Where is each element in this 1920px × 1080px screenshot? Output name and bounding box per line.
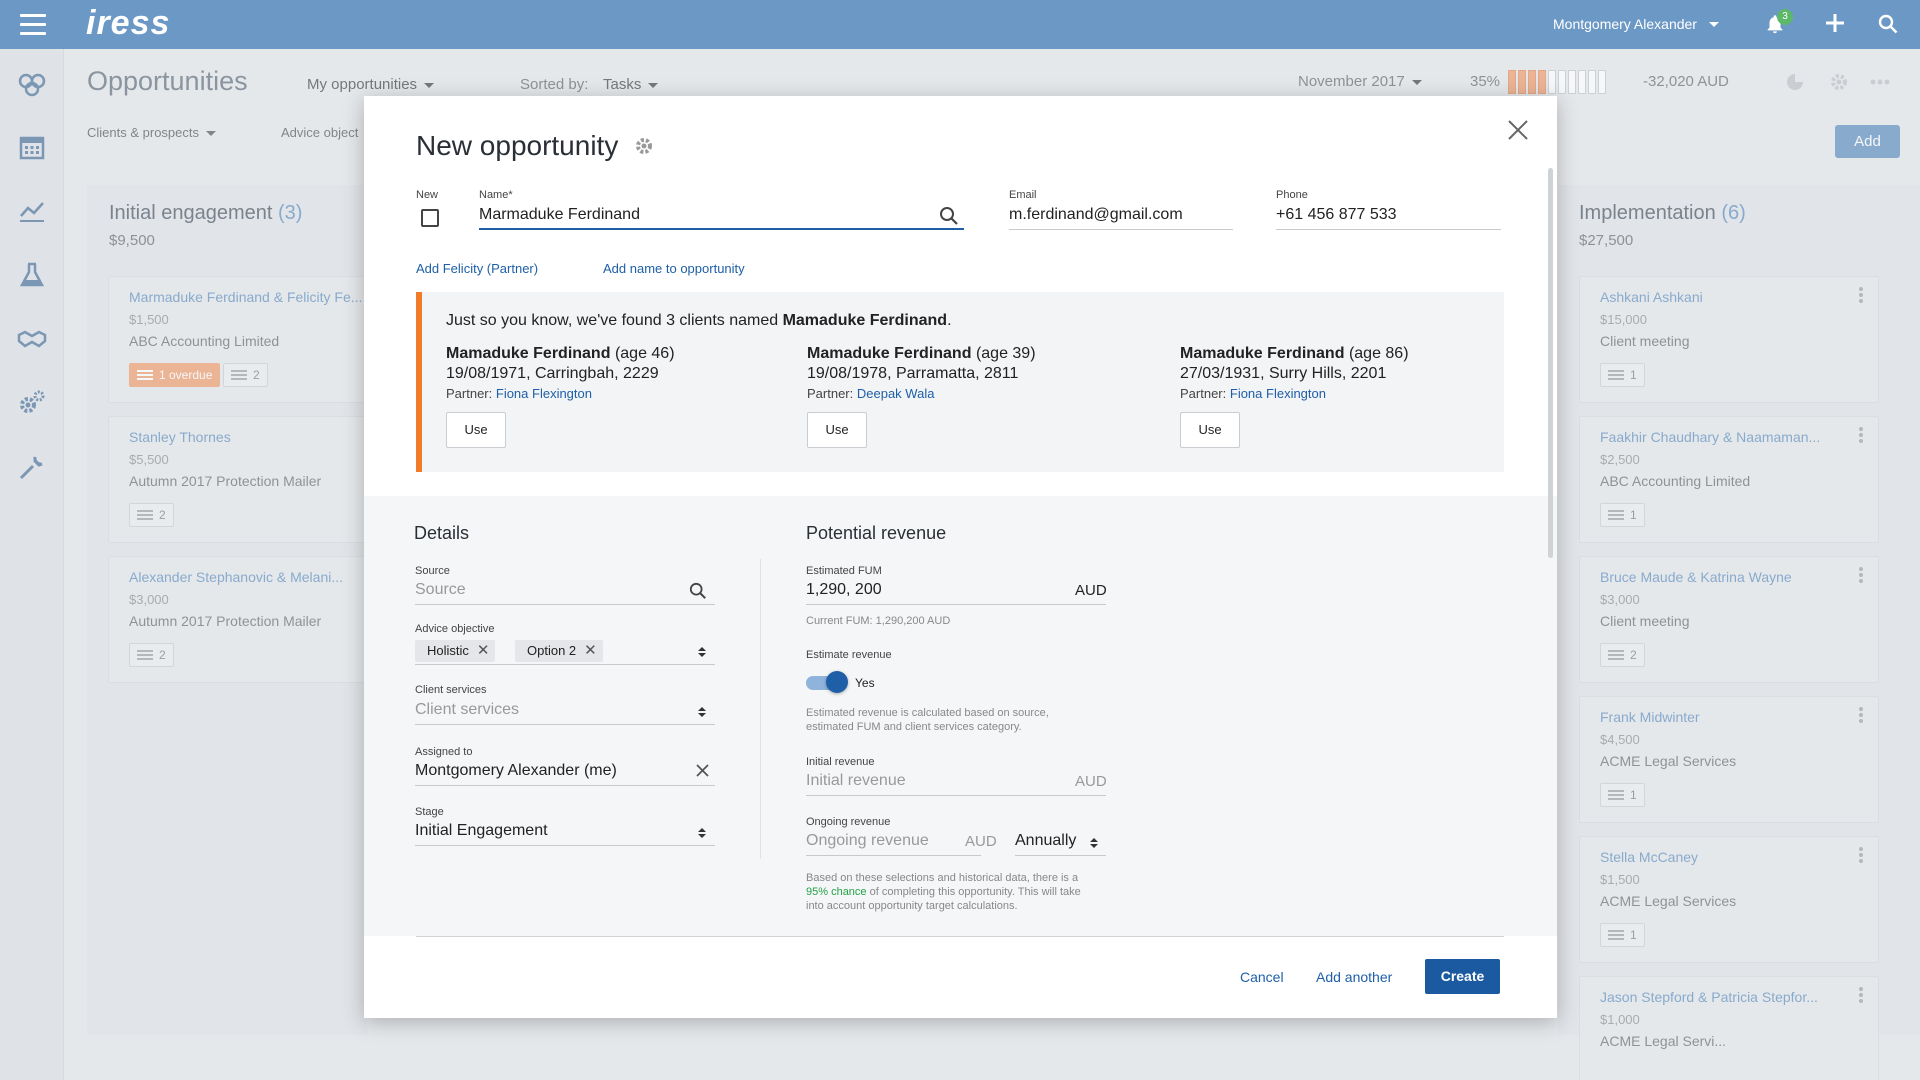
- match-details: 19/08/1971, Carringbah, 2229: [446, 365, 659, 382]
- match-partner: Partner: Deepak Wala: [807, 386, 935, 401]
- fum-label: Estimated FUM: [806, 565, 882, 577]
- ongoing-unit: AUD: [965, 833, 997, 850]
- tag-holistic: Holistic ✕: [415, 640, 496, 662]
- duplicate-alert: Just so you know, we've found 3 clients …: [416, 292, 1504, 472]
- estimate-help: Estimated revenue is calculated based on…: [806, 707, 1049, 733]
- match-details: 19/08/1978, Parramatta, 2811: [807, 365, 1019, 382]
- toggle-knob[interactable]: [826, 671, 848, 693]
- new-opportunity-modal: New opportunity New Name* Marmaduke Ferd…: [364, 96, 1557, 1018]
- use-button[interactable]: Use: [807, 412, 867, 448]
- email-label: Email: [1009, 189, 1037, 201]
- assigned-field[interactable]: Montgomery Alexander (me): [415, 758, 715, 786]
- ongoing-label: Ongoing revenue: [806, 816, 891, 828]
- iress-logo[interactable]: iress: [86, 4, 170, 43]
- select-stepper-icon[interactable]: [698, 828, 706, 838]
- clear-icon[interactable]: [696, 764, 709, 777]
- duplicate-match: Mamaduke Ferdinand (age 86) 27/03/1931, S…: [1180, 344, 1460, 448]
- tag-option-2: Option 2 ✕: [515, 640, 603, 662]
- section-divider: [760, 559, 761, 859]
- ongoing-revenue-field[interactable]: Ongoing revenue: [806, 828, 981, 856]
- source-field[interactable]: Source: [415, 577, 715, 605]
- initial-unit: AUD: [1075, 773, 1107, 790]
- fum-unit: AUD: [1075, 582, 1107, 599]
- toggle-label: Yes: [855, 676, 875, 690]
- match-details: 27/03/1931, Surry Hills, 2201: [1180, 365, 1387, 382]
- close-icon[interactable]: [1507, 119, 1529, 141]
- client-services-select[interactable]: Client services: [415, 697, 715, 725]
- duplicate-match: Mamaduke Ferdinand (age 39) 19/08/1978, P…: [807, 344, 1087, 448]
- duplicate-match: Mamaduke Ferdinand (age 46) 19/08/1971, C…: [446, 344, 726, 448]
- modal-scrollbar[interactable]: [1548, 168, 1553, 558]
- services-label: Client services: [415, 684, 487, 696]
- use-button[interactable]: Use: [446, 412, 506, 448]
- match-partner: Partner: Fiona Flexington: [446, 386, 592, 401]
- new-label: New: [416, 189, 439, 201]
- assigned-label: Assigned to: [415, 746, 473, 758]
- advice-label: Advice objective: [415, 623, 495, 635]
- chevron-down-icon[interactable]: [1709, 22, 1719, 27]
- email-field[interactable]: m.ferdinand@gmail.com: [1009, 202, 1233, 230]
- current-fum: Current FUM: 1,290,200 AUD: [806, 615, 951, 627]
- phone-field[interactable]: +61 456 877 533: [1276, 202, 1501, 230]
- alert-message: Just so you know, we've found 3 clients …: [446, 312, 952, 329]
- remove-tag-icon[interactable]: ✕: [477, 642, 490, 659]
- cancel-button[interactable]: Cancel: [1240, 969, 1284, 985]
- initial-revenue-field[interactable]: Initial revenue: [806, 768, 1106, 796]
- remove-tag-icon[interactable]: ✕: [584, 642, 597, 659]
- footer-divider: [416, 936, 1504, 937]
- name-field[interactable]: Marmaduke Ferdinand: [479, 202, 964, 230]
- fum-field[interactable]: 1,290, 200: [806, 577, 1106, 605]
- select-stepper-icon[interactable]: [698, 707, 706, 717]
- use-button[interactable]: Use: [1180, 412, 1240, 448]
- plus-icon[interactable]: [1826, 14, 1844, 32]
- match-name: Mamaduke Ferdinand (age 39): [807, 345, 1036, 362]
- initial-label: Initial revenue: [806, 756, 875, 768]
- select-stepper-icon[interactable]: [698, 647, 706, 657]
- search-icon[interactable]: [689, 582, 707, 600]
- add-name-link[interactable]: Add name to opportunity: [603, 261, 745, 276]
- match-partner: Partner: Fiona Flexington: [1180, 386, 1326, 401]
- add-another-button[interactable]: Add another: [1316, 969, 1392, 985]
- gear-icon[interactable]: [634, 136, 654, 156]
- user-menu[interactable]: Montgomery Alexander: [1553, 16, 1697, 32]
- select-stepper-icon[interactable]: [1090, 838, 1098, 848]
- menu-icon[interactable]: [20, 14, 46, 36]
- search-icon[interactable]: [939, 206, 959, 226]
- revenue-title: Potential revenue: [806, 523, 947, 543]
- stage-select[interactable]: Initial Engagement: [415, 818, 715, 846]
- create-button[interactable]: Create: [1425, 959, 1500, 994]
- add-partner-link[interactable]: Add Felicity (Partner): [416, 261, 538, 276]
- modal-title: New opportunity: [416, 130, 619, 161]
- details-title: Details: [414, 523, 470, 543]
- match-name: Mamaduke Ferdinand (age 86): [1180, 345, 1409, 362]
- source-label: Source: [415, 565, 450, 577]
- name-label: Name*: [479, 189, 513, 201]
- search-icon[interactable]: [1878, 14, 1898, 34]
- stage-label: Stage: [415, 806, 444, 818]
- match-name: Mamaduke Ferdinand (age 46): [446, 345, 675, 362]
- phone-label: Phone: [1276, 189, 1308, 201]
- chance-help: Based on these selections and historical…: [806, 872, 1081, 912]
- new-checkbox[interactable]: [421, 209, 439, 227]
- estimate-label: Estimate revenue: [806, 649, 892, 661]
- notification-badge: 3: [1777, 9, 1793, 25]
- top-bar: iress Montgomery Alexander 3: [0, 0, 1920, 49]
